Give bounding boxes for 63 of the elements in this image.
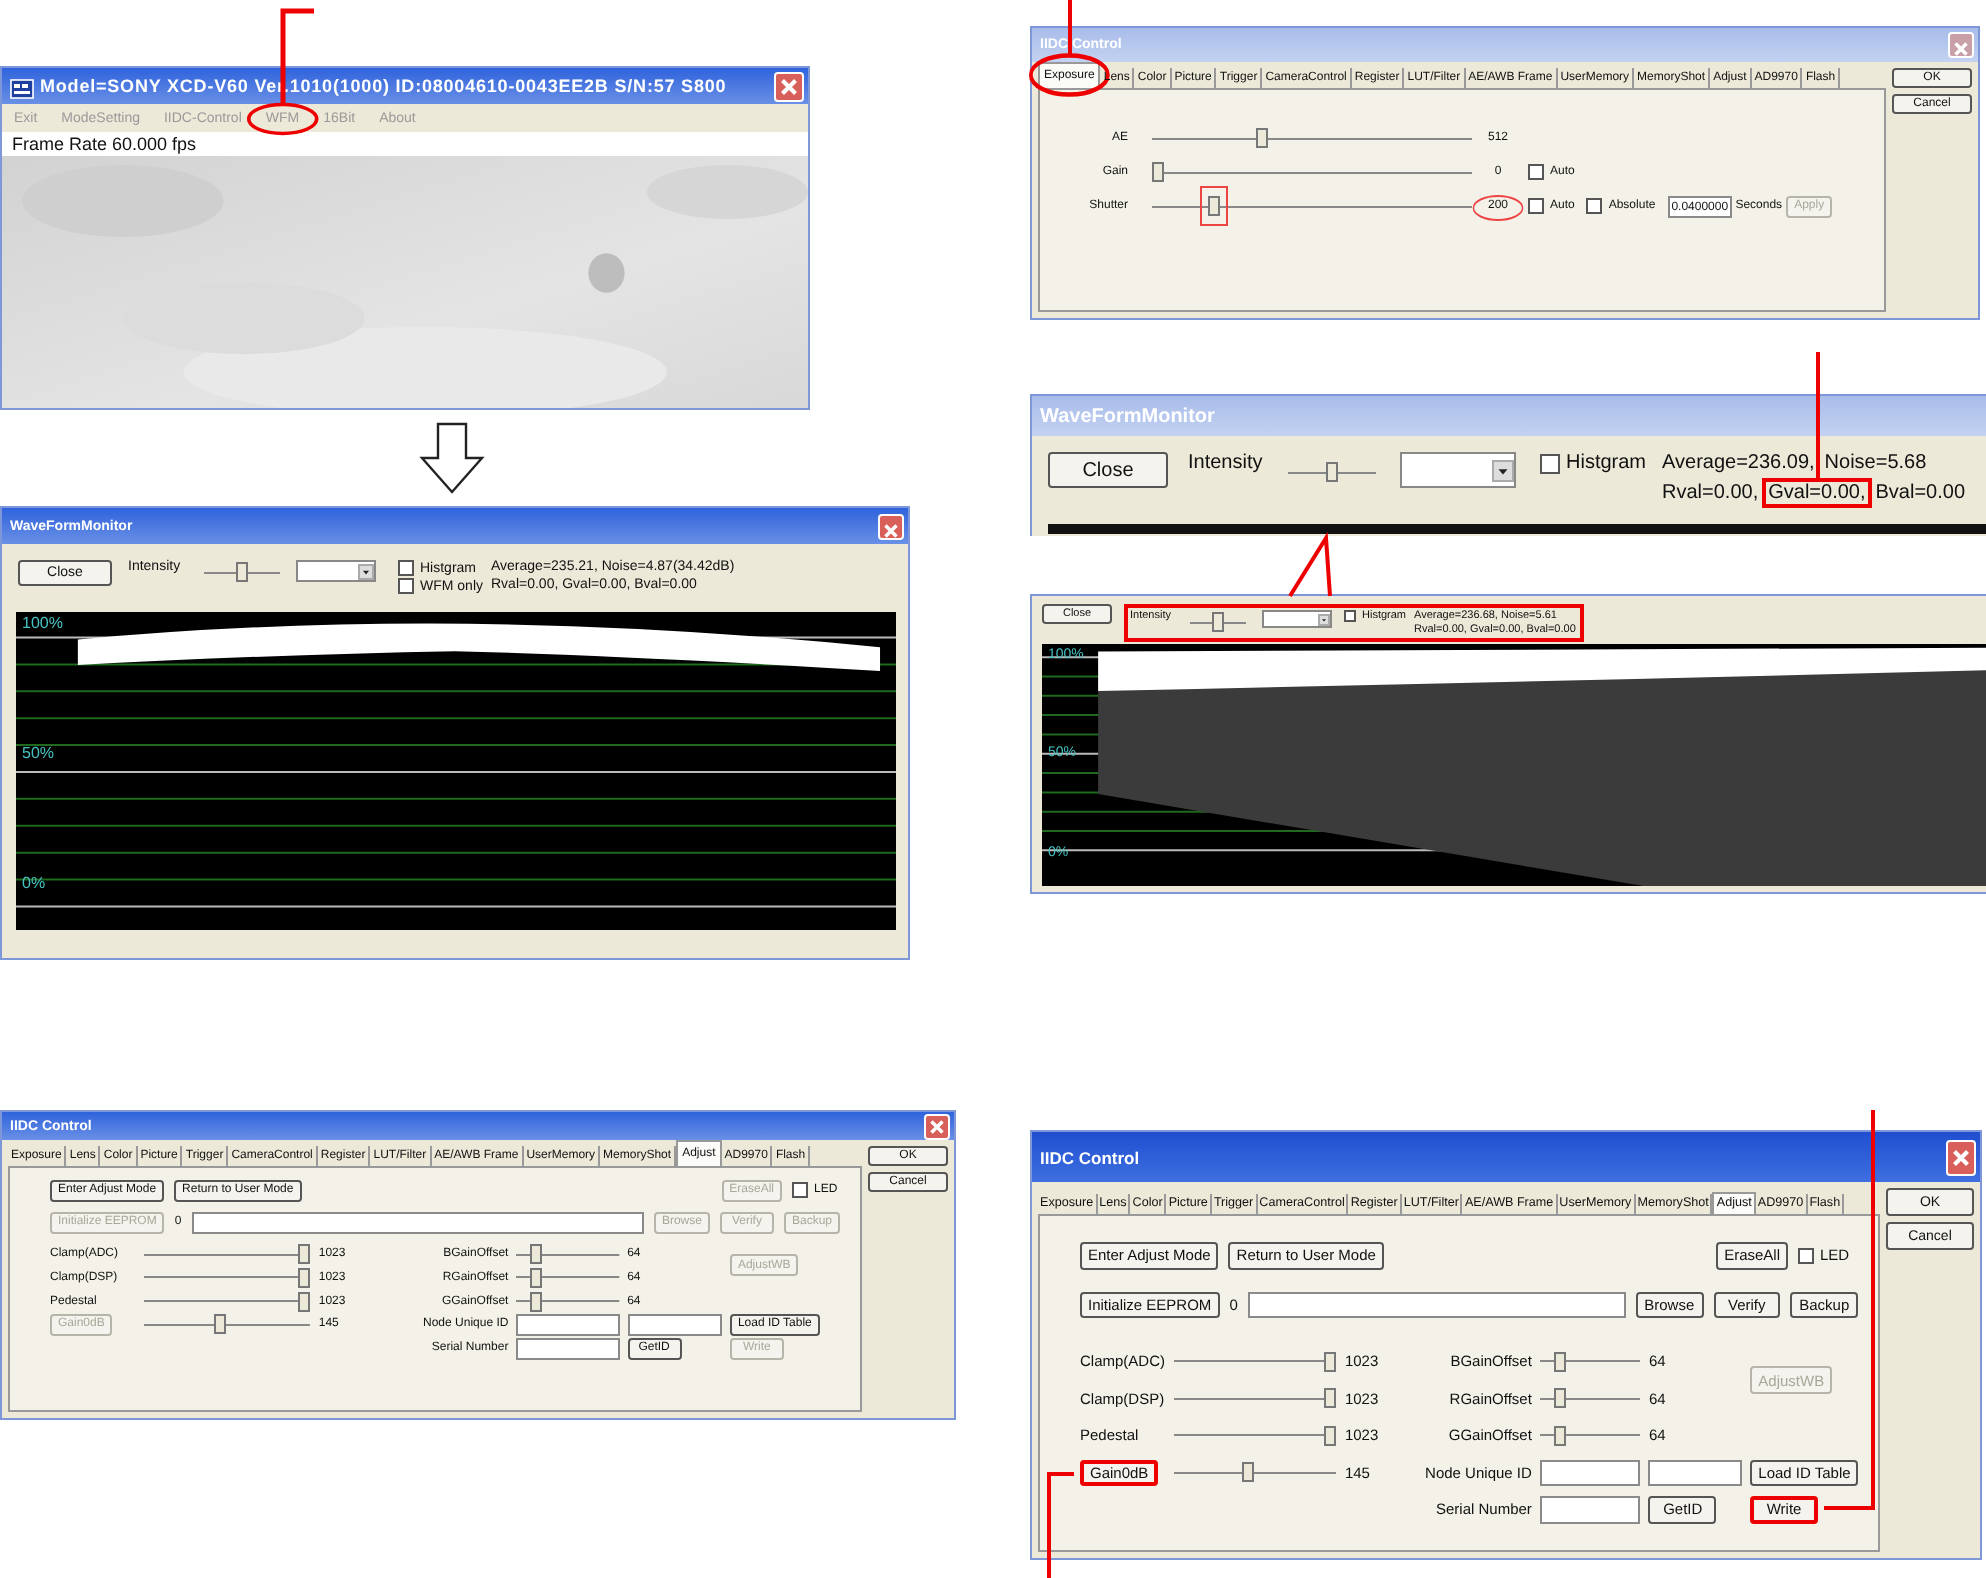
slider-thumb[interactable] — [1241, 1462, 1254, 1483]
highlight-frame — [1199, 186, 1228, 226]
close-icon[interactable] — [878, 513, 904, 539]
slider-thumb[interactable] — [1553, 1351, 1566, 1372]
scale-label: 100% — [22, 613, 63, 632]
input-field[interactable] — [516, 1337, 620, 1360]
slider-thumb[interactable] — [1324, 1388, 1337, 1409]
input-field[interactable] — [627, 1313, 722, 1336]
dropdown-arrow-icon[interactable] — [1318, 613, 1330, 625]
checkbox-label: Histgram — [1566, 452, 1647, 474]
slider-thumb[interactable] — [1207, 196, 1220, 216]
statistics-text: Noise=5.68 — [1824, 452, 1927, 474]
highlight-frame: Gval=0.00, — [1762, 478, 1872, 508]
input-field[interactable] — [1539, 1496, 1641, 1523]
slider-thumb[interactable] — [1152, 162, 1164, 182]
slider-thumb[interactable] — [1553, 1425, 1566, 1446]
file-path-field[interactable] — [1247, 1291, 1626, 1318]
scale-label: 0% — [22, 874, 46, 893]
callout-line — [1067, 0, 1073, 54]
slider-thumb[interactable] — [530, 1267, 543, 1288]
dropdown-arrow-icon[interactable] — [358, 563, 374, 579]
checkbox[interactable] — [792, 1182, 808, 1199]
statistics-text: Average=236.09, — [1662, 452, 1815, 474]
slider-thumb[interactable] — [1324, 1351, 1337, 1372]
slider-thumb[interactable] — [1256, 128, 1269, 148]
checkbox[interactable] — [1540, 453, 1560, 473]
checkbox[interactable] — [1344, 610, 1356, 622]
statistics-text: Bval=0.00 — [1875, 482, 1966, 504]
file-path-field[interactable] — [191, 1211, 644, 1234]
close-icon[interactable] — [774, 71, 804, 101]
camera-app-icon — [10, 74, 34, 98]
down-arrow-icon — [418, 422, 486, 494]
slider-thumb[interactable] — [298, 1291, 311, 1312]
slider-thumb[interactable] — [1324, 1425, 1337, 1446]
slider-thumb[interactable] — [1553, 1388, 1566, 1409]
checkbox[interactable] — [398, 560, 414, 576]
slider-thumb[interactable] — [236, 562, 248, 582]
slider-thumb[interactable] — [1326, 462, 1338, 482]
checkbox[interactable] — [1586, 198, 1603, 214]
checkbox[interactable] — [398, 578, 414, 594]
close-icon[interactable] — [924, 1113, 950, 1139]
checkbox[interactable] — [1798, 1247, 1814, 1264]
callout-line — [1046, 1472, 1074, 1578]
close-icon[interactable] — [1946, 1139, 1976, 1175]
statistics-text: Rval=0.00, — [1662, 482, 1759, 504]
close-button[interactable]: Close — [1048, 452, 1168, 488]
slider-thumb[interactable] — [298, 1267, 311, 1288]
frame-rate-text: Frame Rate 60.000 fps — [2, 132, 808, 156]
checkbox[interactable] — [1528, 198, 1544, 214]
input-field[interactable] — [1539, 1459, 1641, 1486]
scale-label: 50% — [22, 743, 55, 762]
checkbox[interactable] — [1528, 164, 1544, 180]
slider-thumb[interactable] — [530, 1291, 543, 1312]
slider-thumb[interactable] — [298, 1244, 311, 1264]
window-title: WaveFormMonitor — [1040, 405, 1217, 427]
input-field[interactable] — [516, 1313, 620, 1336]
slider-thumb[interactable] — [1212, 612, 1224, 632]
callout-line — [1288, 531, 1332, 598]
intensity-label: Intensity — [1188, 452, 1265, 474]
input-field[interactable] — [1648, 1459, 1743, 1486]
window-title: IIDC Control — [1040, 1147, 1142, 1167]
slider-thumb[interactable] — [530, 1244, 543, 1264]
dropdown[interactable] — [1262, 610, 1332, 628]
